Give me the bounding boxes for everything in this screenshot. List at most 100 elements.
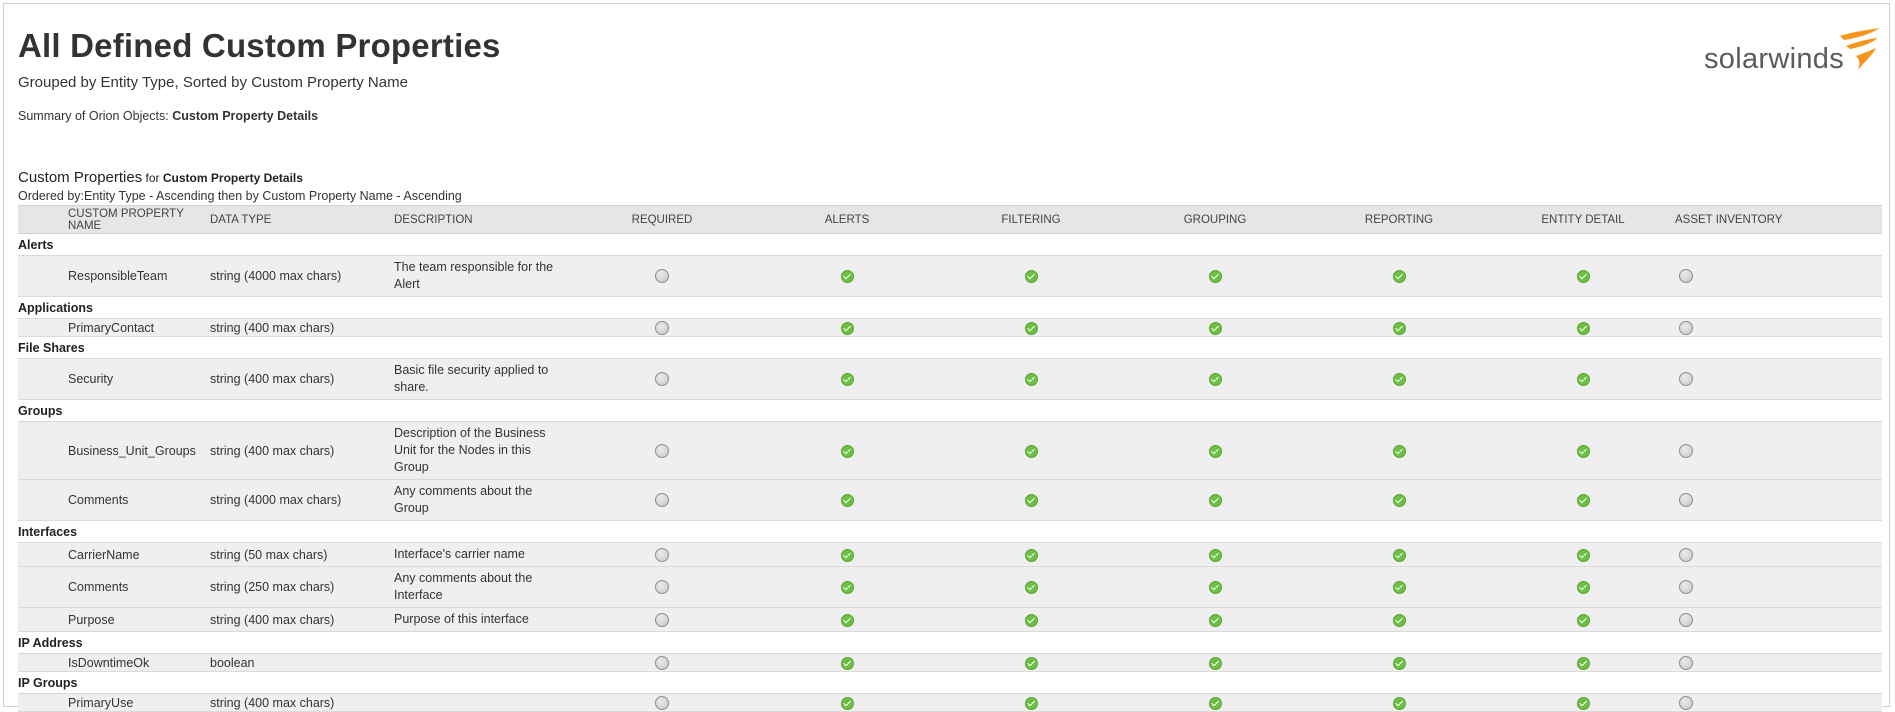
check-enabled-icon [1024,321,1038,335]
table-row[interactable]: Comments string (4000 max chars) Any comme… [18,479,1882,521]
cell-grouping [1123,566,1307,608]
check-enabled-icon [1208,444,1222,458]
cell-grouping [1123,607,1307,632]
col-header-data-type[interactable]: DATA TYPE [210,205,394,234]
check-enabled-icon [840,494,854,508]
check-disabled-icon [1679,547,1693,562]
check-enabled-icon [840,581,854,595]
table-row[interactable]: Comments string (250 max chars) Any commen… [18,566,1882,608]
check-disabled-icon [655,269,669,284]
check-enabled-icon [1392,373,1406,387]
table-row[interactable]: Security string (400 max chars) Basic file… [18,358,1882,400]
cell-reporting [1307,255,1491,297]
cell-reporting [1307,693,1491,712]
check-enabled-icon [1024,444,1038,458]
cell-entity-detail [1491,607,1675,632]
check-enabled-icon [840,321,854,335]
check-enabled-icon [1392,696,1406,710]
check-enabled-icon [1392,613,1406,627]
check-enabled-icon [1208,321,1222,335]
table-header-row: CUSTOM PROPERTY NAME DATA TYPE DESCRIPTI… [18,205,1882,234]
cell-property-name: IsDowntimeOk [18,653,210,672]
cell-alerts [755,479,939,521]
table-row[interactable]: IsDowntimeOk boolean [18,653,1882,672]
cell-asset-inventory [1675,358,1882,400]
cell-filtering [939,607,1123,632]
check-enabled-icon [1392,444,1406,458]
cell-asset-inventory [1675,318,1882,337]
check-disabled-icon [655,320,669,335]
check-enabled-icon [1576,656,1590,670]
solarwinds-logo: solarwinds [1652,26,1882,78]
group-row: IP Address [18,631,1882,654]
col-header-grouping[interactable]: GROUPING [1123,205,1307,234]
check-enabled-icon [1576,696,1590,710]
cell-reporting [1307,607,1491,632]
cell-grouping [1123,358,1307,400]
group-label: IP Groups [18,671,1882,694]
table-row[interactable]: CarrierName string (50 max chars) Interfac… [18,542,1882,567]
cell-reporting [1307,566,1491,608]
check-enabled-icon [1208,581,1222,595]
group-row: Applications [18,296,1882,319]
check-enabled-icon [1024,548,1038,562]
cell-entity-detail [1491,318,1675,337]
cell-property-name: ResponsibleTeam [18,255,210,297]
col-header-filtering[interactable]: FILTERING [939,205,1123,234]
table-row[interactable]: Purpose string (400 max chars) Purpose of … [18,607,1882,632]
cell-reporting [1307,479,1491,521]
col-header-alerts[interactable]: ALERTS [755,205,939,234]
col-header-description[interactable]: DESCRIPTION [394,205,569,234]
col-header-reporting[interactable]: REPORTING [1307,205,1491,234]
cell-alerts [755,318,939,337]
cell-reporting [1307,421,1491,480]
check-enabled-icon [840,270,854,284]
cell-data-type: string (400 max chars) [210,693,394,712]
col-header-asset-inventory[interactable]: ASSET INVENTORY [1675,205,1882,234]
col-header-required[interactable]: REQUIRED [569,205,755,234]
cell-grouping [1123,653,1307,672]
cell-required [569,607,755,632]
check-disabled-icon [1679,320,1693,335]
col-header-entity-detail[interactable]: ENTITY DETAIL [1491,205,1675,234]
table-row[interactable]: PrimaryUse string (400 max chars) [18,693,1882,712]
check-enabled-icon [1024,696,1038,710]
cell-required [569,255,755,297]
cell-data-type: string (400 max chars) [210,607,394,632]
check-disabled-icon [1679,443,1693,458]
cell-property-name: Business_Unit_Groups [18,421,210,480]
check-enabled-icon [1208,494,1222,508]
page-title: All Defined Custom Properties [18,27,501,64]
cell-entity-detail [1491,358,1675,400]
cell-entity-detail [1491,255,1675,297]
check-enabled-icon [1024,373,1038,387]
check-enabled-icon [1024,270,1038,284]
table-row[interactable]: ResponsibleTeam string (4000 max chars) Th… [18,255,1882,297]
cell-data-type: string (400 max chars) [210,318,394,337]
check-enabled-icon [840,373,854,387]
cell-filtering [939,421,1123,480]
table-row[interactable]: PrimaryContact string (400 max chars) [18,318,1882,337]
cell-asset-inventory [1675,653,1882,672]
cell-property-name: Security [18,358,210,400]
check-enabled-icon [1576,581,1590,595]
check-enabled-icon [1392,548,1406,562]
cell-entity-detail [1491,693,1675,712]
col-header-name[interactable]: CUSTOM PROPERTY NAME [18,205,210,234]
logo-swoosh-icon [1840,28,1880,70]
group-row: Interfaces [18,520,1882,543]
check-enabled-icon [1024,656,1038,670]
cell-entity-detail [1491,653,1675,672]
cell-property-name: CarrierName [18,542,210,567]
cell-alerts [755,566,939,608]
cell-data-type: string (400 max chars) [210,421,394,480]
check-enabled-icon [840,548,854,562]
cell-property-name: Comments [18,566,210,608]
check-disabled-icon [655,580,669,595]
cell-reporting [1307,653,1491,672]
check-enabled-icon [1576,613,1590,627]
group-row: Groups [18,399,1882,422]
cell-entity-detail [1491,479,1675,521]
table-row[interactable]: Business_Unit_Groups string (400 max char… [18,421,1882,480]
cell-required [569,358,755,400]
